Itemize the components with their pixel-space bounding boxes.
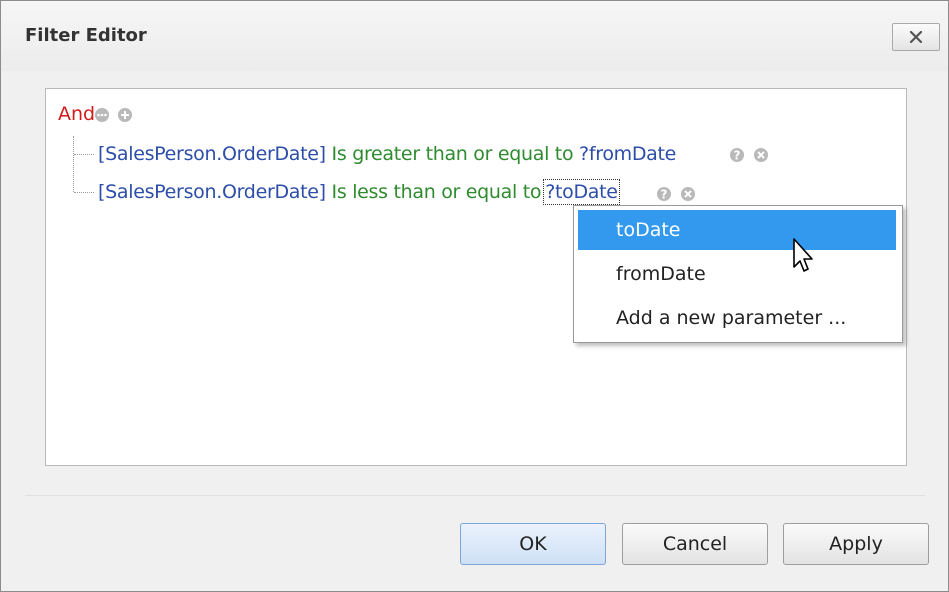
parameter-dropdown-menu: toDate fromDate Add a new parameter ...: [573, 205, 903, 343]
remove-icon[interactable]: [680, 186, 696, 202]
help-icon[interactable]: ?: [656, 186, 672, 202]
tree-connector: [74, 192, 94, 193]
plus-icon[interactable]: [117, 107, 133, 123]
condition-operator[interactable]: Is greater than or equal to: [332, 143, 574, 165]
close-button[interactable]: [892, 23, 940, 51]
ok-button[interactable]: OK: [460, 523, 606, 565]
footer-separator: [25, 495, 925, 496]
mouse-cursor-icon: [793, 238, 813, 272]
svg-text:?: ?: [734, 149, 741, 163]
group-operator-and[interactable]: And: [58, 103, 95, 125]
condition-operator[interactable]: Is less than or equal to: [332, 181, 542, 203]
condition-row: [SalesPerson.OrderDate] Is greater than …: [98, 143, 676, 165]
close-icon: [909, 31, 923, 43]
condition-field[interactable]: [SalesPerson.OrderDate]: [98, 143, 326, 165]
dialog-title: Filter Editor: [25, 25, 147, 46]
condition-row: [SalesPerson.OrderDate] Is less than or …: [98, 179, 620, 205]
menu-item-add-parameter[interactable]: Add a new parameter ...: [578, 298, 896, 338]
filter-editor-dialog: Filter Editor And [SalesPerson.OrderDate…: [0, 0, 949, 592]
condition-field[interactable]: [SalesPerson.OrderDate]: [98, 181, 326, 203]
apply-button[interactable]: Apply: [783, 523, 929, 565]
tree-connector: [73, 136, 74, 192]
title-bar: Filter Editor: [1, 1, 948, 71]
ellipsis-icon[interactable]: [94, 107, 110, 123]
tree-connector: [74, 154, 94, 155]
help-icon[interactable]: ?: [729, 147, 745, 163]
svg-text:?: ?: [661, 188, 668, 202]
menu-item-todate[interactable]: toDate: [578, 210, 896, 250]
condition-value-selected[interactable]: ?toDate: [543, 179, 620, 205]
menu-item-fromdate[interactable]: fromDate: [578, 254, 896, 294]
cancel-button[interactable]: Cancel: [622, 523, 768, 565]
condition-value[interactable]: ?fromDate: [579, 143, 676, 165]
remove-icon[interactable]: [753, 147, 769, 163]
